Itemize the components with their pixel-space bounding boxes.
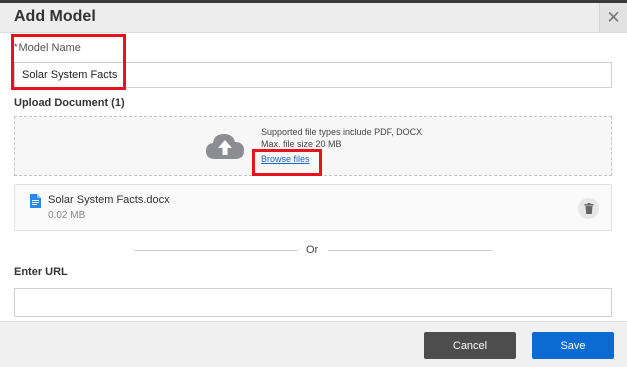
uploaded-file-card: Solar System Facts.docx 0.02 MB xyxy=(14,184,612,231)
model-name-label-text: Model Name xyxy=(18,42,81,54)
enter-url-label: Enter URL xyxy=(14,266,68,278)
trash-glyph xyxy=(584,203,593,214)
separator-line-right xyxy=(328,250,492,251)
or-separator: Or xyxy=(306,244,319,256)
required-marker: * xyxy=(14,42,18,52)
separator-line-left xyxy=(134,250,298,251)
supported-types-text: Supported file types include PDF, DOCX xyxy=(261,127,423,137)
file-size: 0.02 MB xyxy=(48,210,86,221)
trash-icon[interactable] xyxy=(578,198,599,219)
cloud-upload-icon xyxy=(206,134,244,159)
model-name-input[interactable]: Solar System Facts xyxy=(14,62,612,88)
upload-document-label: Upload Document (1) xyxy=(14,97,125,109)
docx-file-icon xyxy=(30,194,41,208)
save-button[interactable]: Save xyxy=(532,332,614,359)
dialog-title: Add Model xyxy=(14,8,96,25)
close-icon[interactable]: ✕ xyxy=(599,3,627,32)
file-dropzone[interactable]: Supported file types include PDF, DOCX M… xyxy=(14,116,612,176)
dialog-footer: Cancel Save xyxy=(0,321,627,367)
model-name-value: Solar System Facts xyxy=(22,69,118,81)
model-name-label: *Model Name xyxy=(14,42,81,54)
browse-files-link[interactable]: Browse files xyxy=(261,154,310,164)
url-input[interactable] xyxy=(14,288,612,317)
file-name: Solar System Facts.docx xyxy=(48,194,170,206)
cancel-button[interactable]: Cancel xyxy=(424,332,516,359)
dialog-header: Add Model ✕ xyxy=(0,3,627,33)
max-size-text: Max. file size 20 MB xyxy=(261,139,342,149)
